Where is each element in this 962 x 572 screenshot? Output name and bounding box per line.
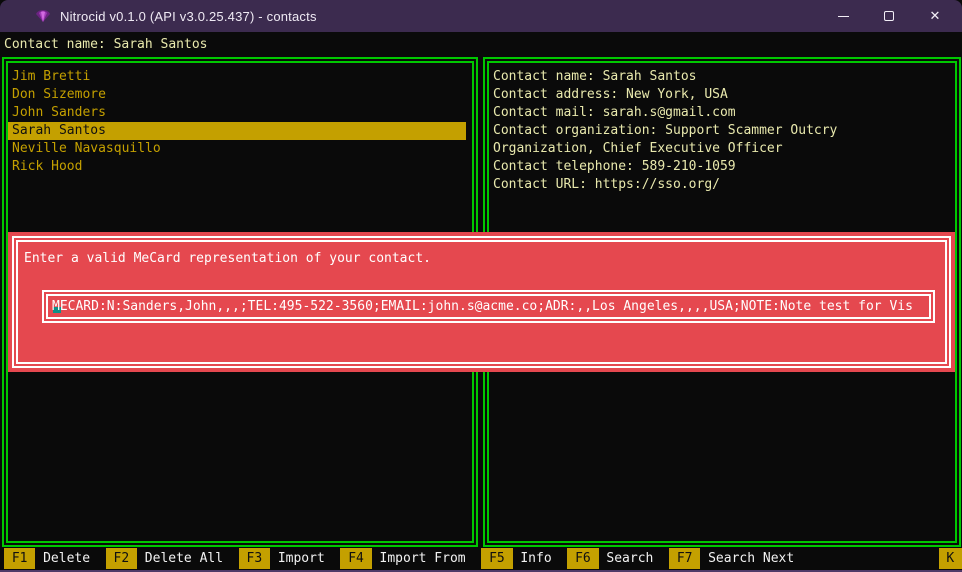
mecard-dialog-border: Enter a valid MeCard representation of y… [12, 236, 951, 368]
function-key-f5[interactable]: F5Info [481, 548, 551, 569]
titlebar: Nitrocid v0.1.0 (API v3.0.25.437) - cont… [0, 0, 962, 32]
minimize-button[interactable] [820, 0, 866, 32]
mecard-dialog-prompt: Enter a valid MeCard representation of y… [24, 250, 945, 268]
function-key-label: Delete [35, 548, 90, 569]
contact-header: Contact name: Sarah Santos [0, 32, 962, 57]
nitrocid-logo-icon [34, 8, 52, 24]
function-key-label: Delete All [137, 548, 223, 569]
maximize-icon [884, 11, 894, 21]
function-key-label: Search Next [700, 548, 794, 569]
mecard-dialog: Enter a valid MeCard representation of y… [8, 232, 955, 372]
close-button[interactable]: ✕ [912, 0, 958, 32]
function-key-f3[interactable]: F3Import [239, 548, 325, 569]
app-window: Nitrocid v0.1.0 (API v3.0.25.437) - cont… [0, 0, 962, 572]
contact-detail-line: Contact name: Sarah Santos [489, 68, 955, 86]
function-key-f7[interactable]: F7Search Next [669, 548, 794, 569]
function-key-badge: F6 [567, 548, 598, 569]
function-key-badge: F5 [481, 548, 512, 569]
function-key-badge: F4 [340, 548, 371, 569]
contact-detail-line: Contact organization: Support Scammer Ou… [489, 122, 955, 140]
contact-detail-line: Contact address: New York, USA [489, 86, 955, 104]
keybindings-key[interactable]: K [939, 548, 962, 569]
maximize-button[interactable] [866, 0, 912, 32]
minimize-icon [838, 16, 849, 17]
function-key-f1[interactable]: F1Delete [4, 548, 90, 569]
status-bar: F1Delete F2Delete All F3Import F4Import Fro… [0, 547, 962, 572]
contact-list: Jim BrettiDon SizemoreJohn SandersSarah … [8, 63, 472, 176]
function-key-list: F1Delete F2Delete All F3Import F4Import Fro… [4, 548, 810, 569]
contact-details: Contact name: Sarah SantosContact addres… [489, 63, 955, 194]
function-key-label: Import [270, 548, 325, 569]
window-controls: ✕ [820, 0, 962, 32]
function-key-badge: F2 [106, 548, 137, 569]
function-key-f6[interactable]: F6Search [567, 548, 653, 569]
contact-list-item[interactable]: Jim Bretti [8, 68, 466, 86]
function-key-f4[interactable]: F4Import From [340, 548, 465, 569]
mecard-input-value: MECARD:N:Sanders,John,,,;TEL:495-522-356… [52, 299, 913, 314]
contact-list-item[interactable]: Rick Hood [8, 158, 466, 176]
contact-list-item[interactable]: John Sanders [8, 104, 466, 122]
function-key-label: Info [513, 548, 552, 569]
function-key-badge: F1 [4, 548, 35, 569]
contact-list-item[interactable]: Neville Navasquillo [8, 140, 466, 158]
contact-header-text: Contact name: Sarah Santos [4, 37, 208, 52]
function-key-badge: F7 [669, 548, 700, 569]
function-key-label: Import From [372, 548, 466, 569]
contact-detail-line: Contact mail: sarah.s@gmail.com [489, 104, 955, 122]
function-key-badge: F3 [239, 548, 270, 569]
contact-detail-line: Contact URL: https://sso.org/ [489, 176, 955, 194]
close-icon: ✕ [930, 9, 941, 24]
contact-list-item[interactable]: Sarah Santos [8, 122, 466, 140]
window-title: Nitrocid v0.1.0 (API v3.0.25.437) - cont… [60, 9, 317, 24]
function-key-f2[interactable]: F2Delete All [106, 548, 223, 569]
contact-list-item[interactable]: Don Sizemore [8, 86, 466, 104]
contact-detail-line: Contact telephone: 589-210-1059 [489, 158, 955, 176]
function-key-label: Search [599, 548, 654, 569]
mecard-input[interactable]: MECARD:N:Sanders,John,,,;TEL:495-522-356… [42, 290, 935, 323]
contact-detail-line: Organization, Chief Executive Officer [489, 140, 955, 158]
